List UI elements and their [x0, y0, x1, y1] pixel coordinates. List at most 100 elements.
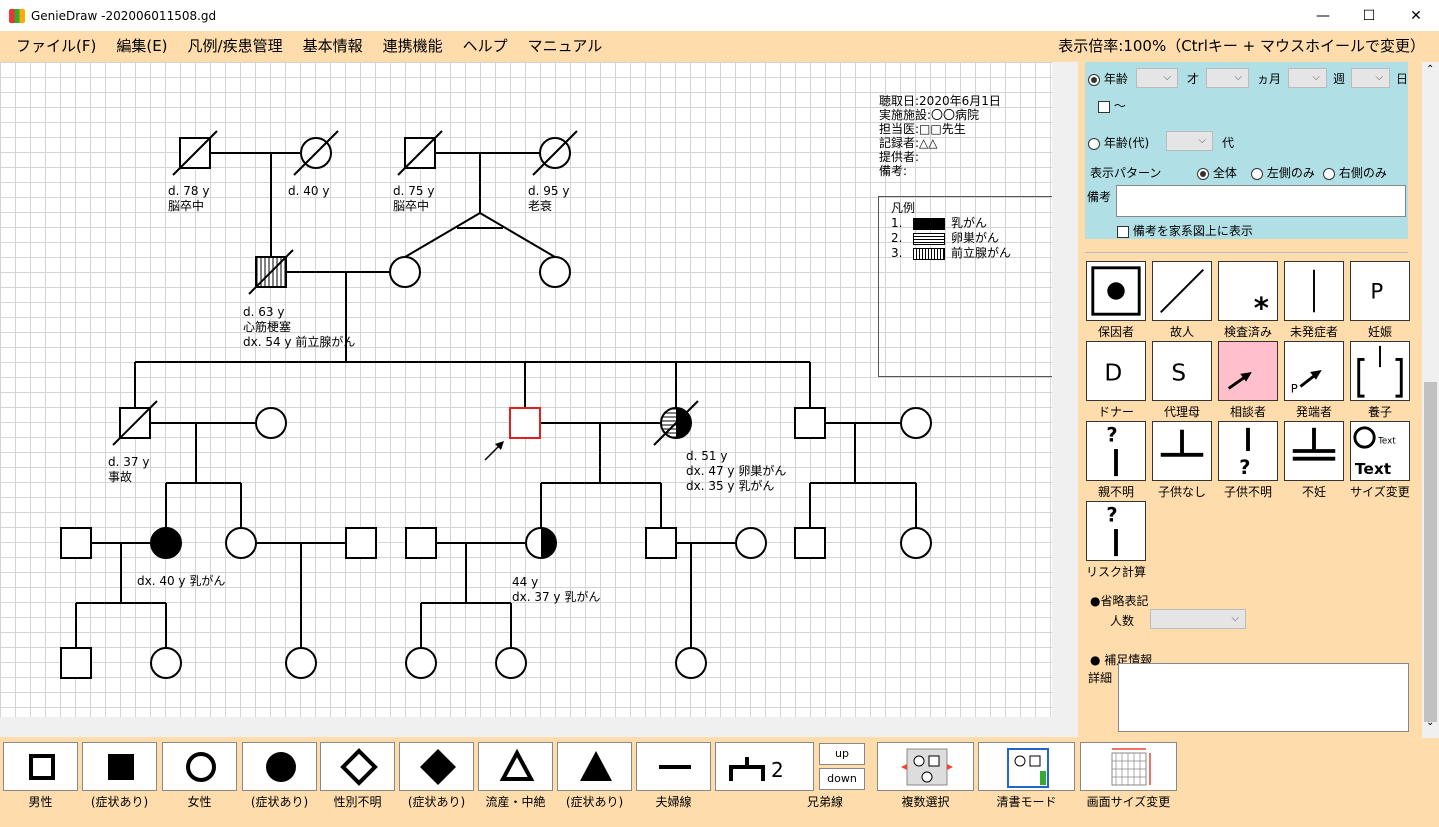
palette-no-children-button[interactable]: [1152, 421, 1212, 481]
person-nephew[interactable]: [794, 527, 826, 559]
palette-unknown-children-button[interactable]: ?: [1218, 421, 1278, 481]
count-select[interactable]: ⌵: [1150, 609, 1246, 629]
person-son[interactable]: [645, 527, 677, 559]
person-cousin[interactable]: [150, 527, 182, 559]
legend-box[interactable]: 凡例 1. 乳がん 2. 卵巣がん 3. 前立腺がん: [878, 196, 1052, 377]
person-niece[interactable]: [900, 527, 932, 559]
close-button[interactable]: ✕: [1393, 0, 1439, 31]
person-grandchild[interactable]: [675, 647, 707, 679]
person-uncle[interactable]: [112, 400, 158, 446]
vertical-scrollbar[interactable]: ⌃ ⌄: [1422, 62, 1439, 738]
info-doctor: 担当医:□□先生: [879, 122, 966, 136]
basic-info-block[interactable]: 聴取日:2020年6月1日 実施施設:〇〇病院 担当医:□□先生 記録者:△△ …: [879, 94, 1001, 178]
relationship-line[interactable]: [404, 212, 481, 258]
palette-presymptomatic-line-button[interactable]: [1284, 261, 1344, 321]
female-affected-button[interactable]: [242, 742, 317, 791]
canvas-resize-button[interactable]: [1080, 742, 1177, 791]
pattern-left-radio[interactable]: 左側のみ: [1251, 164, 1315, 181]
male-affected-button[interactable]: [82, 742, 157, 791]
miscarriage-button[interactable]: [478, 742, 553, 791]
male-button[interactable]: [3, 742, 78, 791]
person-mother[interactable]: [389, 256, 421, 288]
age-weeks-select[interactable]: ⌵: [1288, 68, 1327, 88]
pedigree-canvas[interactable]: d. 78 y 脳卒中 d. 40 y d. 75 y 脳卒中 d. 95 y 老衰 d. 6…: [0, 62, 1052, 717]
person-daughter[interactable]: [525, 527, 557, 559]
minimize-button[interactable]: —: [1300, 0, 1346, 31]
female-affected-icon: [266, 751, 296, 782]
person-relative-child[interactable]: [60, 647, 92, 679]
person-brother-spouse[interactable]: [900, 407, 932, 439]
relationship-line[interactable]: [479, 212, 556, 258]
clean-mode-button[interactable]: [978, 742, 1075, 791]
age-decade-select[interactable]: ⌵: [1166, 131, 1213, 151]
pattern-right-radio[interactable]: 右側のみ: [1323, 164, 1387, 181]
palette-proband-p-arrow-button[interactable]: P: [1284, 341, 1344, 401]
person-cousin-2-spouse[interactable]: [345, 527, 377, 559]
age-radio[interactable]: 年齢: [1088, 70, 1128, 87]
person-aunt-twin[interactable]: [539, 256, 571, 288]
person-grandchild[interactable]: [495, 647, 527, 679]
palette-donor-d-button[interactable]: D: [1086, 341, 1146, 401]
scroll-down-icon[interactable]: ⌄: [1426, 717, 1434, 728]
person-maternal-grandfather[interactable]: [397, 130, 443, 176]
palette-label: リスク計算: [1085, 565, 1146, 579]
note-input[interactable]: [1116, 185, 1406, 217]
person-uncle-spouse[interactable]: [255, 407, 287, 439]
miscarriage-affected-button[interactable]: [557, 742, 632, 791]
person-grandchild[interactable]: [405, 647, 437, 679]
person-relative-child[interactable]: [285, 647, 317, 679]
menu-manual[interactable]: マニュアル: [528, 35, 603, 56]
age-days-select[interactable]: ⌵: [1351, 68, 1390, 88]
palette-carrier-button[interactable]: [1086, 261, 1146, 321]
person-relative-child[interactable]: [150, 647, 182, 679]
spouse-line-button[interactable]: [636, 742, 711, 791]
detail-input[interactable]: [1118, 663, 1409, 732]
female-button[interactable]: [162, 742, 237, 791]
unknown-sex-affected-button[interactable]: [399, 742, 474, 791]
palette-infertile-button[interactable]: [1284, 421, 1344, 481]
person-son-in-law[interactable]: [405, 527, 437, 559]
sibling-up-button[interactable]: up: [819, 743, 865, 765]
menu-integration[interactable]: 連携機能: [383, 35, 443, 56]
person-daughter-in-law[interactable]: [735, 527, 767, 559]
canvas-resize-icon: [1111, 747, 1151, 785]
person-proband-wife[interactable]: [653, 400, 699, 446]
palette-pregnancy-p-button[interactable]: P: [1350, 261, 1410, 321]
person-proband[interactable]: [509, 407, 541, 439]
palette-adopted-bracket-button[interactable]: [1350, 341, 1410, 401]
person-paternal-grandfather[interactable]: [172, 130, 218, 176]
range-checkbox[interactable]: ～: [1098, 97, 1126, 114]
pattern-all-radio[interactable]: 全体: [1197, 164, 1237, 181]
multi-select-button[interactable]: [877, 742, 974, 791]
show-note-checkbox[interactable]: 備考を家系図上に表示: [1117, 222, 1253, 239]
menu-basic-info[interactable]: 基本情報: [303, 35, 363, 56]
palette-consultand-arrow-button[interactable]: [1218, 341, 1278, 401]
palette-tested-asterisk-button[interactable]: *: [1218, 261, 1278, 325]
person-paternal-grandmother[interactable]: [293, 130, 339, 176]
person-cousin-spouse[interactable]: [60, 527, 92, 559]
palette-risk-calc-button[interactable]: ?: [1086, 501, 1146, 561]
palette-resize-text-button[interactable]: Text Text: [1350, 421, 1410, 481]
menu-edit[interactable]: 編集(E): [116, 35, 167, 56]
age-months-select[interactable]: ⌵: [1206, 68, 1249, 88]
maximize-button[interactable]: ☐: [1346, 0, 1392, 31]
scroll-up-icon[interactable]: ⌃: [1426, 64, 1434, 75]
palette-surrogate-s-button[interactable]: S: [1152, 341, 1212, 401]
person-father[interactable]: [248, 249, 294, 295]
unknown-sex-button[interactable]: [320, 742, 395, 791]
scrollbar-thumb[interactable]: [1424, 382, 1437, 722]
age-years-select[interactable]: ⌵: [1136, 68, 1178, 88]
age-decade-radio[interactable]: 年齢(代): [1088, 134, 1149, 151]
person-cousin-2[interactable]: [225, 527, 257, 559]
person-brother[interactable]: [794, 407, 826, 439]
unit-months: ヵ月: [1257, 72, 1282, 86]
menu-legend-disease[interactable]: 凡例/疾患管理: [188, 35, 283, 56]
sibling-down-button[interactable]: down: [819, 768, 865, 790]
palette-deceased-slash-button[interactable]: [1152, 261, 1212, 321]
menu-help[interactable]: ヘルプ: [463, 35, 508, 56]
menu-file[interactable]: ファイル(F): [16, 35, 96, 56]
palette-unknown-parent-button[interactable]: ?: [1086, 421, 1146, 481]
sibling-line-button[interactable]: 2: [715, 742, 814, 791]
person-maternal-grandmother[interactable]: [532, 130, 578, 176]
svg-text:2: 2: [771, 758, 784, 782]
